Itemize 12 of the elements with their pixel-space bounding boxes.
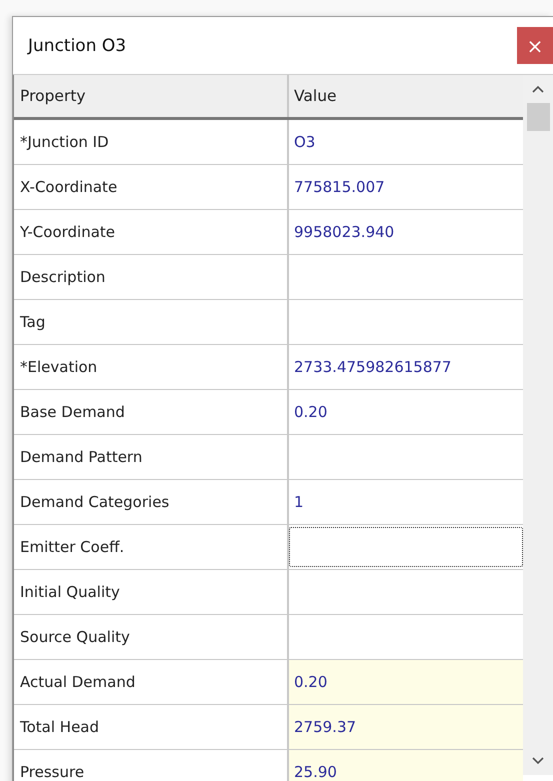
close-button[interactable]: × (517, 27, 553, 64)
scroll-up-icon[interactable] (532, 85, 544, 93)
value-cell[interactable] (289, 527, 524, 567)
value-cell[interactable]: 0.20 (289, 660, 524, 704)
value-cell[interactable]: 25.90 (289, 750, 524, 781)
scroll-thumb[interactable] (526, 103, 550, 131)
scrollbar[interactable] (523, 75, 553, 775)
column-header[interactable]: Value (289, 75, 524, 117)
window-title: Junction O3 (26, 36, 126, 56)
value-cell[interactable]: 2759.37 (289, 705, 524, 749)
column-header[interactable]: Property (14, 75, 289, 117)
scroll-down-icon[interactable] (532, 757, 544, 765)
